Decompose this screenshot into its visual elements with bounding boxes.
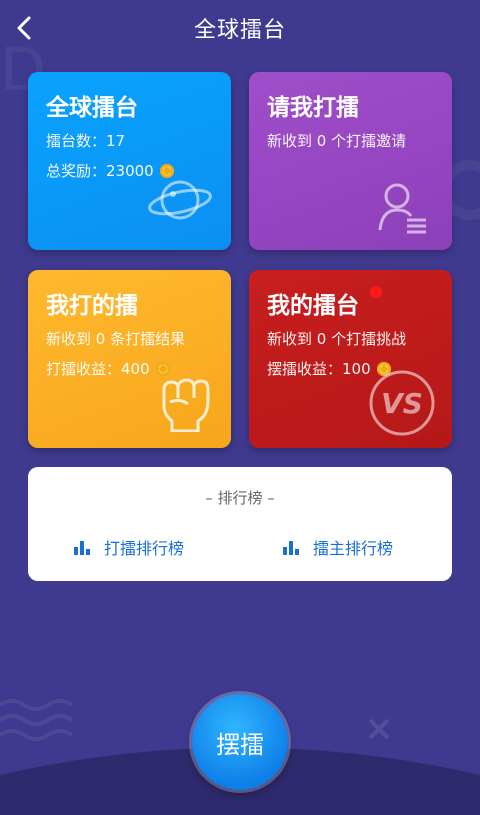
invite-card[interactable]: 请我打擂 新收到 0 个打擂邀请	[249, 72, 452, 250]
page-title: 全球擂台	[193, 18, 286, 43]
vs-icon: VS	[369, 370, 435, 436]
svg-text:VS: VS	[381, 387, 423, 420]
back-button[interactable]	[8, 12, 40, 44]
host-ranking-link[interactable]: 擂主排行榜	[283, 535, 393, 559]
ranking-panel: – 排行榜 – 打擂排行榜 擂主排行榜	[28, 467, 452, 581]
invite-count: 新收到 0 个打擂邀请	[267, 132, 407, 150]
host-ranking-label: 擂主排行榜	[313, 539, 394, 558]
user-list-icon	[378, 183, 426, 234]
fist-icon	[162, 378, 210, 432]
create-arena-button[interactable]: 摆擂	[192, 694, 288, 790]
my-arena-card[interactable]: 我的擂台 新收到 0 个打擂挑战 摆擂收益：100 VS	[249, 270, 452, 448]
arena-count: 擂台数：17	[46, 132, 126, 150]
card-title: 我的擂台	[267, 293, 359, 319]
top-bar: 全球擂台	[0, 0, 480, 56]
challenger-ranking-label: 打擂排行榜	[104, 539, 185, 558]
global-arena-card[interactable]: 全球擂台 擂台数：17 总奖励：23000	[28, 72, 231, 250]
challenge-earnings: 打擂收益：400	[46, 358, 170, 379]
arena-challenges: 新收到 0 个打擂挑战	[267, 330, 407, 348]
card-title: 我打的擂	[46, 293, 138, 319]
back-arrow-icon	[17, 16, 31, 40]
ranking-title: – 排行榜 –	[205, 489, 275, 507]
planet-icon	[148, 180, 212, 220]
bar-chart-icon	[283, 539, 299, 555]
notification-dot	[370, 286, 382, 298]
card-title: 全球擂台	[46, 95, 138, 121]
bar-chart-icon	[74, 539, 90, 555]
challenger-ranking-link[interactable]: 打擂排行榜	[74, 535, 184, 559]
challenge-results: 新收到 0 条打擂结果	[46, 330, 186, 348]
my-challenges-card[interactable]: 我打的擂 新收到 0 条打擂结果 打擂收益：400	[28, 270, 231, 448]
card-title: 请我打擂	[267, 95, 359, 121]
